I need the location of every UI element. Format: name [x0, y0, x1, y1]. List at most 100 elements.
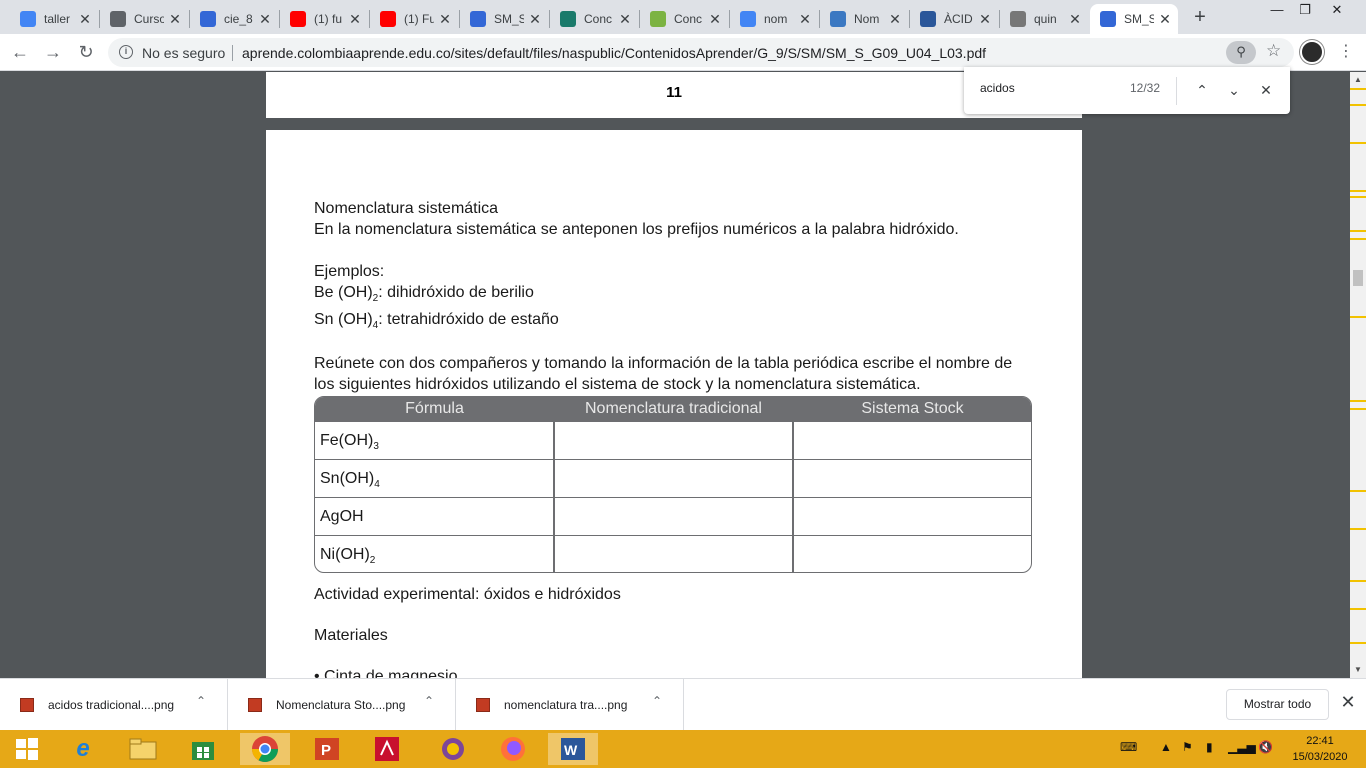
browser-tab[interactable]: (1) Fu ✕: [370, 4, 458, 34]
find-match-marker: [1350, 642, 1366, 644]
scroll-up-arrow-icon[interactable]: ▲: [1350, 72, 1366, 88]
battery-icon[interactable]: ▮: [1206, 740, 1213, 754]
svg-text:P: P: [321, 742, 331, 759]
chrome-icon[interactable]: [240, 733, 290, 765]
table-header: Fórmula Nomenclatura tradicional Sistema…: [315, 397, 1031, 421]
security-label[interactable]: No es seguro: [142, 45, 225, 61]
formula-text: Sn(OH): [320, 470, 375, 487]
browser-tab[interactable]: (1) fu ✕: [280, 4, 368, 34]
close-tab-icon[interactable]: ✕: [888, 11, 902, 28]
browser-tab[interactable]: SM_S ✕: [460, 4, 548, 34]
back-button[interactable]: ←: [8, 41, 32, 65]
browser-tab[interactable]: quin ✕: [1000, 4, 1088, 34]
volume-muted-icon[interactable]: 🔇: [1258, 740, 1273, 754]
find-match-marker: [1350, 316, 1366, 318]
close-tab-icon[interactable]: ✕: [168, 11, 182, 28]
menu-icon[interactable]: ⋮: [1336, 40, 1356, 64]
image-file-icon: [476, 698, 490, 712]
tab-label: ÀCID: [944, 12, 973, 26]
reload-button[interactable]: ↻: [74, 41, 98, 65]
internet-explorer-icon[interactable]: e: [58, 733, 108, 765]
show-all-downloads-button[interactable]: Mostrar todo: [1226, 689, 1329, 720]
clock-date: 15/03/2020: [1292, 751, 1348, 763]
browser-tab[interactable]: nom ✕: [730, 4, 818, 34]
find-input[interactable]: acidos: [980, 81, 1015, 95]
close-tab-icon[interactable]: ✕: [348, 11, 362, 28]
google-icon: [20, 11, 36, 27]
doc-icon: [1100, 11, 1116, 27]
download-item[interactable]: Nomenclatura Sto....png ⌃: [228, 679, 456, 731]
tab-label: (1) fu: [314, 12, 343, 26]
chevron-up-icon[interactable]: ⌃: [652, 694, 662, 708]
formula-text: Ni(OH): [320, 546, 370, 563]
formula-subscript: 3: [373, 441, 379, 452]
flag-icon[interactable]: ⚑: [1182, 740, 1193, 754]
gear-icon: [1010, 11, 1026, 27]
download-filename: acidos tradicional....png: [48, 698, 175, 712]
tab-strip: + — ❐ ✕ taller ✕ Curso ✕ cie_8 ✕ (1) fu ✕ (1) Fu…: [0, 0, 1366, 34]
browser-tab[interactable]: cie_8 ✕: [190, 4, 278, 34]
activity-section: Actividad experimental: óxidos e hidróxi…: [314, 584, 1036, 678]
browser-tab[interactable]: taller ✕: [10, 4, 98, 34]
doc-icon: [200, 11, 216, 27]
find-close-button[interactable]: ✕: [1254, 79, 1278, 103]
close-tab-icon[interactable]: ✕: [78, 11, 92, 28]
address-bar[interactable]: i No es seguro aprende.colombiaaprende.e…: [108, 38, 1294, 67]
chevron-up-icon[interactable]: ⌃: [196, 694, 206, 708]
keyboard-icon[interactable]: ⌨: [1120, 740, 1137, 754]
store-icon[interactable]: [178, 733, 228, 765]
minimize-button[interactable]: —: [1262, 0, 1292, 20]
browser-tab[interactable]: Conc ✕: [640, 4, 728, 34]
column-header: Fórmula: [405, 400, 464, 417]
download-item[interactable]: acidos tradicional....png ⌃: [0, 679, 228, 731]
close-tab-icon[interactable]: ✕: [1158, 11, 1172, 28]
table-row: AgOH: [315, 497, 1031, 535]
example-line: Sn (OH)4: tetrahidróxido de estaño: [314, 309, 1036, 336]
restore-button[interactable]: ❐: [1290, 0, 1320, 20]
windows-taskbar: e P W ⌨ ▲ ⚑ ▮ ▁▃▅ 🔇 22:41 15/03/2020: [0, 730, 1366, 768]
close-tab-icon[interactable]: ✕: [618, 11, 632, 28]
info-icon[interactable]: i: [119, 45, 133, 59]
close-tab-icon[interactable]: ✕: [528, 11, 542, 28]
scroll-down-arrow-icon[interactable]: ▼: [1350, 662, 1366, 678]
system-clock[interactable]: 22:41 15/03/2020: [1290, 733, 1350, 765]
new-tab-button[interactable]: +: [1188, 6, 1212, 29]
close-tab-icon[interactable]: ✕: [708, 11, 722, 28]
close-window-button[interactable]: ✕: [1322, 0, 1352, 20]
tray-chevron-up-icon[interactable]: ▲: [1160, 740, 1172, 754]
browser-tab[interactable]: Nom ✕: [820, 4, 908, 34]
forward-button[interactable]: →: [41, 41, 65, 65]
image-file-icon: [248, 698, 262, 712]
tab-label: quin: [1034, 12, 1057, 26]
vertical-scrollbar[interactable]: ▲ ▼: [1350, 72, 1366, 678]
powerpoint-icon[interactable]: P: [302, 733, 352, 765]
book-icon: [560, 11, 576, 27]
network-icon[interactable]: ▁▃▅: [1228, 740, 1256, 754]
profile-avatar[interactable]: [1300, 40, 1324, 64]
find-next-button[interactable]: ⌄: [1222, 79, 1246, 103]
close-shelf-icon[interactable]: ✕: [1338, 692, 1358, 713]
acrobat-icon[interactable]: [362, 733, 412, 765]
close-tab-icon[interactable]: ✕: [258, 11, 272, 28]
bookmark-star-icon[interactable]: ☆: [1266, 41, 1281, 61]
scroll-thumb[interactable]: [1353, 270, 1363, 286]
close-tab-icon[interactable]: ✕: [1068, 11, 1082, 28]
browser-tab[interactable]: SM_S ✕: [1090, 4, 1178, 34]
download-item[interactable]: nomenclatura tra....png ⌃: [456, 679, 684, 731]
file-explorer-icon[interactable]: [118, 733, 168, 765]
browser-tab[interactable]: Conc ✕: [550, 4, 638, 34]
url-text[interactable]: aprende.colombiaaprende.edu.co/sites/def…: [242, 45, 986, 61]
chevron-up-icon[interactable]: ⌃: [424, 694, 434, 708]
tab-label: Conc: [674, 12, 703, 26]
find-previous-button[interactable]: ⌃: [1190, 79, 1214, 103]
browser-tab[interactable]: ÀCID ✕: [910, 4, 998, 34]
word-icon[interactable]: W: [548, 733, 598, 765]
close-tab-icon[interactable]: ✕: [438, 11, 452, 28]
close-tab-icon[interactable]: ✕: [978, 11, 992, 28]
start-button-icon[interactable]: [2, 733, 52, 765]
close-tab-icon[interactable]: ✕: [798, 11, 812, 28]
zoom-icon[interactable]: ⚲: [1226, 41, 1256, 64]
tor-browser-icon[interactable]: [428, 733, 478, 765]
firefox-icon[interactable]: [488, 733, 538, 765]
browser-tab[interactable]: Curso ✕: [100, 4, 188, 34]
